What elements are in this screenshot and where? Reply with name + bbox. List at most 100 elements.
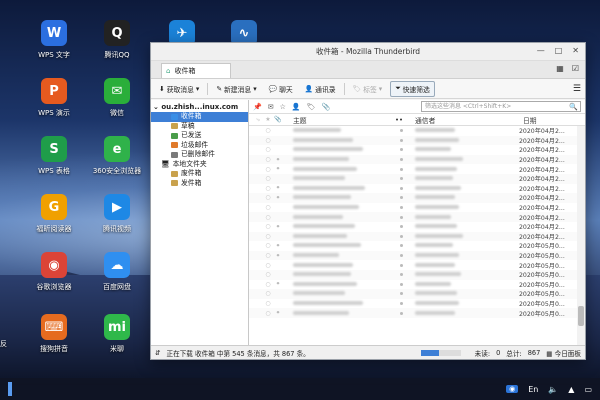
folder-item[interactable]: 收件箱 — [151, 112, 248, 122]
taskbar-app-indicator[interactable] — [8, 382, 12, 396]
desktop-shortcut[interactable]: Q 腾讯QQ — [85, 20, 149, 60]
filter-search-input[interactable]: 筛选这些消息 <Ctrl+Shift+K> 🔍 — [421, 101, 581, 112]
tasks-icon[interactable]: ☑ — [572, 64, 579, 73]
read-status-icon[interactable] — [373, 242, 403, 249]
read-status-icon[interactable] — [373, 146, 403, 153]
star-icon[interactable]: ○ — [263, 214, 273, 221]
maximize-icon[interactable]: □ — [555, 46, 563, 55]
message-row[interactable]: ○ 2020年04月2... — [249, 126, 577, 136]
message-row[interactable]: ○ 2020年05月0... — [249, 269, 577, 280]
desktop-shortcut[interactable]: ▶ 腾讯视频 — [85, 194, 149, 234]
read-status-icon[interactable] — [373, 166, 403, 173]
star-icon[interactable]: ○ — [263, 310, 273, 317]
message-row[interactable]: ○ ⦁ 2020年05月0... — [249, 250, 577, 261]
message-row[interactable]: ○ 2020年05月0... — [249, 289, 577, 299]
read-status-icon[interactable] — [373, 194, 403, 201]
tag-button[interactable]: 🏷 标签 ▾ — [349, 82, 387, 96]
attachment-filter-icon[interactable]: 📎 — [321, 103, 330, 111]
tab-inbox[interactable]: ⌂ 收件箱 — [161, 63, 231, 78]
star-icon[interactable]: ○ — [263, 300, 273, 307]
message-row[interactable]: ○ ⦁ 2020年04月2... — [249, 184, 577, 194]
read-status-icon[interactable] — [373, 233, 403, 240]
volume-icon[interactable]: 🔈 — [548, 385, 558, 394]
message-row[interactable]: ○ ⦁ 2020年04月2... — [249, 154, 577, 165]
read-status-icon[interactable] — [373, 281, 403, 288]
contact-filter-icon[interactable]: 👤 — [292, 103, 301, 111]
message-list-scrollbar[interactable] — [577, 126, 585, 345]
address-book-button[interactable]: 👤 通讯录 — [301, 82, 340, 96]
quick-filter-button[interactable]: ⏷ 快速筛选 — [390, 80, 435, 97]
desktop-shortcut[interactable]: ☁ 百度网盘 — [85, 252, 149, 292]
read-status-icon[interactable] — [373, 262, 403, 269]
message-row[interactable]: ○ 2020年05月0... — [249, 260, 577, 270]
local-folder-item[interactable]: 废件箱 — [151, 169, 248, 179]
read-status-icon[interactable] — [373, 310, 403, 317]
star-icon[interactable]: ○ — [263, 146, 273, 153]
read-status-icon[interactable] — [373, 127, 403, 134]
read-status-icon[interactable] — [373, 290, 403, 297]
star-icon[interactable]: ○ — [263, 137, 273, 144]
star-icon[interactable]: ○ — [263, 233, 273, 240]
desktop-shortcut[interactable]: S WPS 表格 — [22, 136, 86, 176]
notification-icon[interactable]: ▭ — [584, 385, 592, 394]
starred-filter-icon[interactable]: ☆ — [280, 103, 286, 111]
calendar-icon[interactable]: ▦ — [556, 64, 564, 73]
subject-column-header[interactable]: 主题 — [283, 115, 373, 125]
tags-filter-icon[interactable]: 🏷 — [307, 103, 316, 111]
new-message-button[interactable]: ✎ 新建消息 ▾ — [212, 82, 260, 96]
message-row[interactable]: ○ ⦁ 2020年04月2... — [249, 222, 577, 232]
desktop-shortcut[interactable]: G 福昕阅读器 — [22, 194, 86, 234]
desktop-shortcut[interactable]: P WPS 演示 — [22, 78, 86, 118]
close-icon[interactable]: ✕ — [572, 46, 579, 55]
pin-icon[interactable]: 📌 — [253, 103, 262, 111]
security-tray-icon[interactable]: ◉ — [506, 385, 519, 393]
message-row[interactable]: ○ 2020年04月2... — [249, 173, 577, 184]
desktop-shortcut[interactable]: ✉ 微信 — [85, 78, 149, 118]
chat-button[interactable]: 💬 聊天 — [265, 82, 297, 96]
star-icon[interactable]: ○ — [263, 166, 273, 173]
account-row[interactable]: ⌄ ou.zhish...inux.com — [151, 102, 248, 112]
desktop-shortcut[interactable]: ⌨ 搜狗拼音 — [22, 314, 86, 354]
local-folder-item[interactable]: 发件箱 — [151, 179, 248, 189]
get-mail-button[interactable]: ⬇ 获取消息 ▾ — [155, 82, 203, 96]
star-icon[interactable]: ○ — [263, 262, 273, 269]
folder-item[interactable]: 已发送 — [151, 131, 248, 141]
star-icon[interactable]: ○ — [263, 271, 273, 278]
thread-column-icon[interactable]: ⤷ — [253, 116, 263, 124]
star-icon[interactable]: ○ — [263, 204, 273, 211]
folder-item[interactable]: 已删除邮件 — [151, 150, 248, 160]
scrollbar-thumb[interactable] — [578, 306, 584, 326]
read-status-icon[interactable] — [373, 252, 403, 259]
message-row[interactable]: ○ 2020年04月2... — [249, 231, 577, 242]
message-row[interactable]: ○ ⦁ 2020年04月2... — [249, 164, 577, 174]
desktop-shortcut[interactable]: mi 米聊 — [85, 314, 149, 354]
star-icon[interactable]: ○ — [263, 194, 273, 201]
read-status-icon[interactable] — [373, 214, 403, 221]
read-status-icon[interactable] — [373, 271, 403, 278]
window-titlebar[interactable]: 收件箱 - Mozilla Thunderbird — □ ✕ — [151, 43, 585, 61]
star-icon[interactable]: ○ — [263, 281, 273, 288]
folder-item[interactable]: 垃圾邮件 — [151, 141, 248, 151]
star-icon[interactable]: ○ — [263, 252, 273, 259]
message-row[interactable]: ○ 2020年04月2... — [249, 145, 577, 155]
attachment-column-icon[interactable]: 📎 — [273, 116, 283, 123]
language-indicator[interactable]: En — [528, 385, 538, 394]
message-row[interactable]: ○ 2020年04月2... — [249, 203, 577, 213]
correspondent-column-header[interactable]: 通信者 — [403, 115, 503, 125]
star-icon[interactable]: ○ — [263, 175, 273, 182]
app-menu-icon[interactable]: ☰ — [573, 84, 581, 94]
star-icon[interactable]: ○ — [263, 242, 273, 249]
message-row[interactable]: ○ ⦁ 2020年05月0... — [249, 308, 577, 318]
today-pane-button[interactable]: ▦ 今日面板 — [546, 348, 581, 358]
star-icon[interactable]: ○ — [263, 223, 273, 230]
read-status-icon[interactable] — [373, 185, 403, 192]
unread-filter-icon[interactable]: ✉ — [268, 103, 274, 111]
read-status-icon[interactable] — [373, 223, 403, 230]
read-status-icon[interactable] — [373, 175, 403, 182]
message-row[interactable]: ○ ⦁ 2020年05月0... — [249, 280, 577, 290]
read-status-icon[interactable] — [373, 204, 403, 211]
message-row[interactable]: ○ 2020年05月0... — [249, 299, 577, 309]
desktop-shortcut[interactable]: W WPS 文字 — [22, 20, 86, 60]
network-icon[interactable]: ▲ — [568, 385, 574, 394]
read-status-icon[interactable] — [373, 156, 403, 163]
